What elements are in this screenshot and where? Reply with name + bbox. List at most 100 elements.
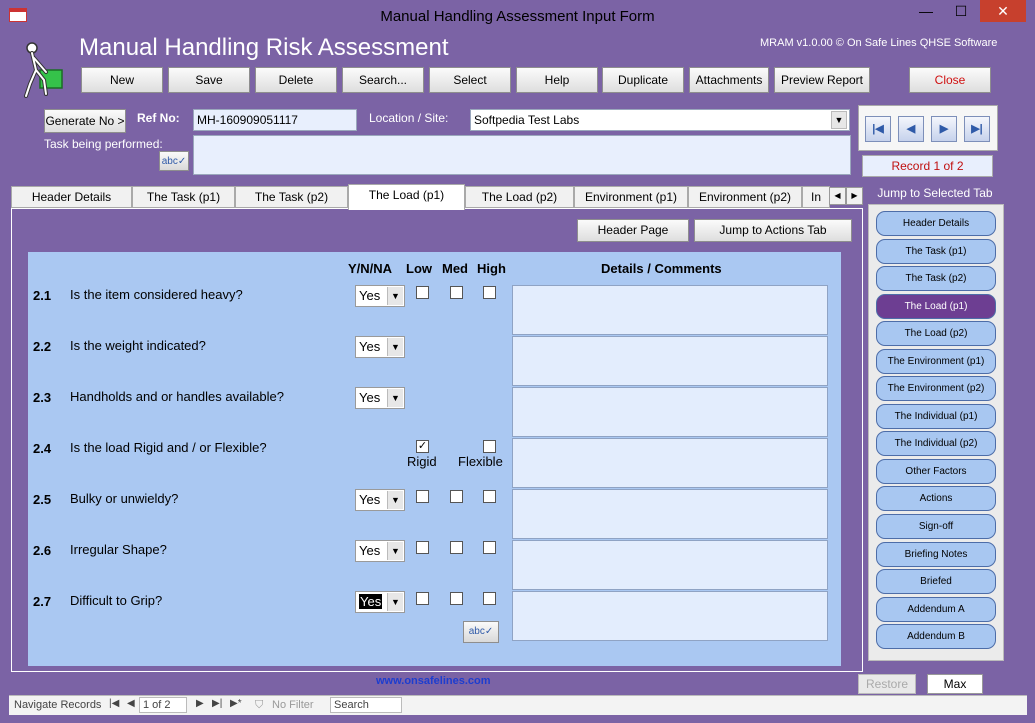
help-button[interactable]: Help	[516, 67, 598, 93]
high-checkbox[interactable]	[483, 592, 496, 605]
side-load-p1[interactable]: The Load (p1)	[876, 294, 996, 319]
chevron-down-icon[interactable]: ▼	[387, 287, 403, 305]
side-header-details[interactable]: Header Details	[876, 211, 996, 236]
tab-load-p1[interactable]: The Load (p1)	[348, 184, 465, 210]
answer-select[interactable]: Yes ▼	[355, 591, 405, 613]
side-sign-off[interactable]: Sign-off	[876, 514, 996, 539]
question-number: 2.5	[33, 492, 52, 507]
low-checkbox[interactable]	[416, 286, 429, 299]
answer-select[interactable]: Yes ▼	[355, 336, 405, 358]
header-page-button[interactable]: Header Page	[577, 219, 689, 242]
flexible-checkbox[interactable]	[483, 440, 496, 453]
maximize-button[interactable]: ☐	[945, 0, 977, 22]
last-record-icon[interactable]: ▶|	[212, 698, 222, 709]
window-close-button[interactable]: ✕	[980, 0, 1026, 22]
side-addendum-a[interactable]: Addendum A	[876, 597, 996, 622]
next-record-icon[interactable]: ▶	[931, 116, 957, 142]
question-number: 2.6	[33, 543, 52, 558]
ref-no-field[interactable]: MH-160909051117	[193, 109, 357, 131]
tab-header-details[interactable]: Header Details	[11, 186, 132, 208]
comment-field[interactable]	[512, 336, 828, 386]
answer-select[interactable]: Yes ▼	[355, 285, 405, 307]
first-record-icon[interactable]: |◀	[109, 698, 119, 709]
chevron-down-icon[interactable]: ▼	[387, 491, 403, 509]
comment-field[interactable]	[512, 438, 828, 488]
answer-select[interactable]: Yes ▼	[355, 540, 405, 562]
generate-no-button[interactable]: Generate No >	[44, 109, 126, 133]
minimize-button[interactable]: —	[910, 0, 942, 22]
side-environment-p2[interactable]: The Environment (p2)	[876, 376, 996, 401]
answer-select[interactable]: Yes ▼	[355, 387, 405, 409]
close-button[interactable]: Close	[909, 67, 991, 93]
duplicate-button[interactable]: Duplicate	[602, 67, 684, 93]
chevron-down-icon[interactable]: ▼	[387, 389, 403, 407]
comment-field[interactable]	[512, 387, 828, 437]
med-checkbox[interactable]	[450, 541, 463, 554]
no-filter-label[interactable]: No Filter	[272, 699, 314, 711]
side-other-factors[interactable]: Other Factors	[876, 459, 996, 484]
tab-task-p1[interactable]: The Task (p1)	[132, 186, 235, 208]
new-record-icon[interactable]: ▶*	[230, 698, 242, 709]
tab-individual[interactable]: In	[802, 186, 830, 208]
side-task-p2[interactable]: The Task (p2)	[876, 266, 996, 291]
med-checkbox[interactable]	[450, 286, 463, 299]
jump-to-actions-button[interactable]: Jump to Actions Tab	[694, 219, 852, 242]
high-checkbox[interactable]	[483, 490, 496, 503]
comment-field[interactable]	[512, 489, 828, 539]
previous-record-icon[interactable]: ◀	[898, 116, 924, 142]
side-task-p1[interactable]: The Task (p1)	[876, 239, 996, 264]
side-actions[interactable]: Actions	[876, 486, 996, 511]
preview-report-button[interactable]: Preview Report	[774, 67, 870, 93]
delete-button[interactable]: Delete	[255, 67, 337, 93]
comment-field[interactable]	[512, 591, 828, 641]
last-record-icon[interactable]: ▶|	[964, 116, 990, 142]
next-record-icon[interactable]: ▶	[196, 698, 204, 709]
tab-scroll-left-icon[interactable]: ◀	[829, 187, 846, 205]
details-header: Details / Comments	[601, 261, 722, 276]
filter-icon[interactable]: ⛉	[255, 699, 263, 712]
side-individual-p1[interactable]: The Individual (p1)	[876, 404, 996, 429]
spell-check-icon[interactable]: abc✓	[463, 621, 499, 643]
side-briefed[interactable]: Briefed	[876, 569, 996, 594]
new-button[interactable]: New	[81, 67, 163, 93]
side-load-p2[interactable]: The Load (p2)	[876, 321, 996, 346]
tab-environment-p2[interactable]: Environment (p2)	[688, 186, 802, 208]
rigid-checkbox[interactable]: ✓	[416, 440, 429, 453]
attachments-button[interactable]: Attachments	[689, 67, 769, 93]
tab-load-p2[interactable]: The Load (p2)	[465, 186, 574, 208]
search-input[interactable]: Search	[330, 697, 402, 713]
answer-select[interactable]: Yes ▼	[355, 489, 405, 511]
side-addendum-b[interactable]: Addendum B	[876, 624, 996, 649]
med-checkbox[interactable]	[450, 490, 463, 503]
side-individual-p2[interactable]: The Individual (p2)	[876, 431, 996, 456]
save-button[interactable]: Save	[168, 67, 250, 93]
high-checkbox[interactable]	[483, 541, 496, 554]
website-link[interactable]: www.onsafelines.com	[376, 675, 491, 687]
low-checkbox[interactable]	[416, 592, 429, 605]
first-record-icon[interactable]: |◀	[865, 116, 891, 142]
med-checkbox[interactable]	[450, 592, 463, 605]
search-button[interactable]: Search...	[342, 67, 424, 93]
comment-field[interactable]	[512, 285, 828, 335]
side-briefing-notes[interactable]: Briefing Notes	[876, 542, 996, 567]
tab-environment-p1[interactable]: Environment (p1)	[574, 186, 688, 208]
tab-scroll-right-icon[interactable]: ▶	[846, 187, 863, 205]
task-field[interactable]	[193, 135, 851, 175]
low-checkbox[interactable]	[416, 490, 429, 503]
chevron-down-icon[interactable]: ▼	[831, 111, 847, 129]
location-select[interactable]: Softpedia Test Labs ▼	[470, 109, 850, 131]
chevron-down-icon[interactable]: ▼	[387, 593, 403, 611]
tab-task-p2[interactable]: The Task (p2)	[235, 186, 348, 208]
high-checkbox[interactable]	[483, 286, 496, 299]
side-environment-p1[interactable]: The Environment (p1)	[876, 349, 996, 374]
chevron-down-icon[interactable]: ▼	[387, 542, 403, 560]
spell-check-icon[interactable]: abc✓	[159, 151, 189, 171]
previous-record-icon[interactable]: ◀	[127, 698, 135, 709]
restore-button[interactable]: Restore	[858, 674, 916, 694]
chevron-down-icon[interactable]: ▼	[387, 338, 403, 356]
record-number-field[interactable]: 1 of 2	[139, 697, 187, 713]
low-checkbox[interactable]	[416, 541, 429, 554]
select-button[interactable]: Select	[429, 67, 511, 93]
comment-field[interactable]	[512, 540, 828, 590]
max-button[interactable]: Max	[927, 674, 983, 694]
